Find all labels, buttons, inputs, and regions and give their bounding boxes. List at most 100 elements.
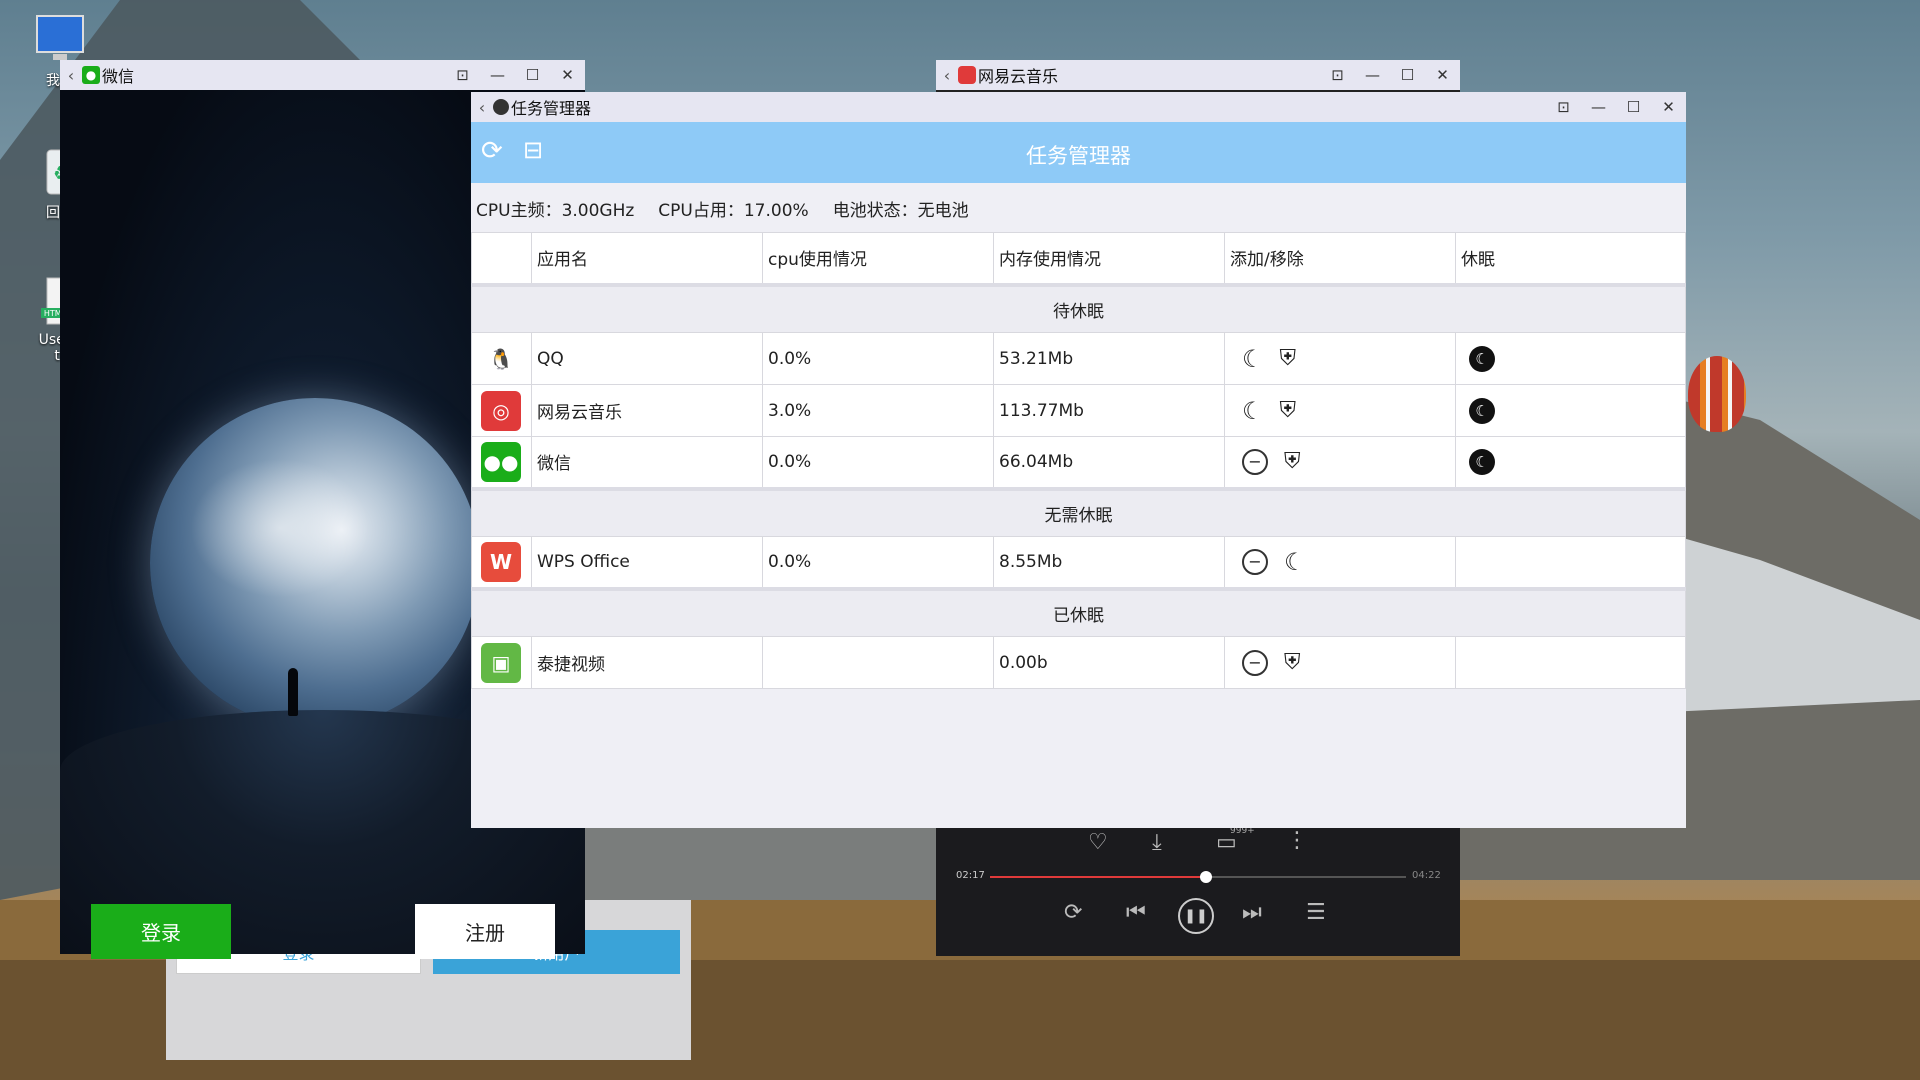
column-header: 休眠 xyxy=(1455,232,1686,285)
more-icon[interactable]: ⋮ xyxy=(1286,828,1308,853)
shield-icon[interactable]: ⛨ xyxy=(1284,650,1301,675)
progress-track[interactable] xyxy=(990,871,1406,883)
time-total: 04:22 xyxy=(1412,870,1441,881)
wechat-icon: ● xyxy=(82,66,100,84)
cpu-value: 3.0% xyxy=(762,384,994,437)
system-info: CPU主频：3.00GHz CPU占用：17.00% 电池状态：无电池 xyxy=(476,196,969,221)
app-name: QQ xyxy=(531,332,763,385)
shield-icon[interactable]: ⛨ xyxy=(1280,346,1297,371)
memory-value: 113.77Mb xyxy=(993,384,1225,437)
column-header: 应用名 xyxy=(531,232,763,285)
page-title: 任务管理器 xyxy=(1026,144,1131,168)
section-title: 已休眠 xyxy=(471,586,1686,637)
maximize-icon[interactable]: ☐ xyxy=(1390,66,1425,84)
back-icon[interactable]: ‹ xyxy=(60,66,82,85)
sleep-icon[interactable]: ☾ xyxy=(1469,397,1495,424)
repeat-icon[interactable]: ⟳ xyxy=(1064,900,1082,925)
minus-circle-icon[interactable]: − xyxy=(1242,548,1268,575)
wechat-titlebar[interactable]: ‹ ● 微信 ⊡ — ☐ ✕ xyxy=(60,60,585,90)
window-title: 任务管理器 xyxy=(511,99,592,118)
task-manager-window: ‹ 任务管理器 ⊡ — ☐ ✕ ⟳ ⊟ 任务管理器 CPU主频：3.00GHz … xyxy=(471,92,1686,828)
login-button[interactable]: 登录 xyxy=(91,904,231,959)
minimize-icon[interactable]: — xyxy=(480,66,515,84)
close-icon[interactable]: ✕ xyxy=(1425,66,1460,84)
pin-icon[interactable]: ⊡ xyxy=(445,66,480,84)
heart-icon[interactable]: ♡ xyxy=(1088,830,1108,855)
column-header: cpu使用情况 xyxy=(762,232,994,285)
minimize-icon[interactable]: — xyxy=(1581,98,1616,116)
minimize-icon[interactable]: — xyxy=(1355,66,1390,84)
cpu-frequency: CPU主频：3.00GHz xyxy=(476,201,635,221)
section-row: 待休眠 xyxy=(471,282,1686,333)
table-row[interactable]: ●● 微信 0.0% 66.04Mb − ⛨ ☾ xyxy=(471,436,1686,489)
minus-circle-icon[interactable]: − xyxy=(1242,649,1268,676)
shield-icon[interactable]: ⛨ xyxy=(1284,449,1301,474)
task-manager-icon xyxy=(493,99,509,115)
column-header: 添加/移除 xyxy=(1224,232,1456,285)
process-table: 应用名 cpu使用情况 内存使用情况 添加/移除 休眠 待休眠 🐧 QQ 0.0% 53.21Mb… xyxy=(471,232,1686,689)
section-row: 已休眠 xyxy=(471,586,1686,637)
task-manager-titlebar[interactable]: ‹ 任务管理器 ⊡ — ☐ ✕ xyxy=(471,92,1686,122)
playlist-icon[interactable]: ☰ xyxy=(1306,900,1326,925)
back-icon[interactable]: ‹ xyxy=(936,66,958,85)
cpu-value: 0.0% xyxy=(762,436,994,489)
moon-icon[interactable]: ☾ xyxy=(1242,345,1264,373)
window-title: 网易云音乐 xyxy=(978,67,1059,86)
cpu-value xyxy=(762,636,994,689)
section-row: 无需休眠 xyxy=(471,486,1686,537)
register-button[interactable]: 注册 xyxy=(415,904,555,959)
table-header-row: 应用名 cpu使用情况 内存使用情况 添加/移除 休眠 xyxy=(471,232,1686,285)
window-title: 微信 xyxy=(102,67,135,86)
memory-value: 53.21Mb xyxy=(993,332,1225,385)
moon-icon[interactable]: ☾ xyxy=(1242,397,1264,425)
close-icon[interactable]: ✕ xyxy=(550,66,585,84)
download-icon[interactable]: ⤓ xyxy=(1152,830,1162,855)
netease-music-icon xyxy=(958,66,976,84)
app-name: 微信 xyxy=(531,436,763,489)
app-name: WPS Office xyxy=(531,536,763,589)
section-title: 待休眠 xyxy=(471,282,1686,333)
player-controls: ♡ ⤓ ▭ 999+ ⋮ 02:17 04:22 ⟳ ⏮ ❚❚ ⏭ ☰ xyxy=(936,826,1460,956)
moon-icon[interactable]: ☾ xyxy=(1284,548,1306,576)
memory-value: 66.04Mb xyxy=(993,436,1225,489)
earth-image xyxy=(150,398,480,728)
close-icon[interactable]: ✕ xyxy=(1651,98,1686,116)
memory-value: 8.55Mb xyxy=(993,536,1225,589)
battery-status: 电池状态：无电池 xyxy=(832,201,969,221)
pin-icon[interactable]: ⊡ xyxy=(1320,66,1355,84)
app-name: 网易云音乐 xyxy=(531,384,763,437)
qq-icon: 🐧 xyxy=(481,338,521,379)
maximize-icon[interactable]: ☐ xyxy=(1616,98,1651,116)
wps-icon: W xyxy=(481,541,521,582)
next-icon[interactable]: ⏭ xyxy=(1242,900,1262,925)
sleep-icon[interactable]: ☾ xyxy=(1469,448,1495,475)
maximize-icon[interactable]: ☐ xyxy=(515,66,550,84)
memory-value: 0.00b xyxy=(993,636,1225,689)
pin-icon[interactable]: ⊡ xyxy=(1546,98,1581,116)
column-header: 内存使用情况 xyxy=(993,232,1225,285)
table-row[interactable]: 🐧 QQ 0.0% 53.21Mb ☾ ⛨ ☾ xyxy=(471,332,1686,385)
progress-fill xyxy=(990,876,1207,878)
shield-icon[interactable]: ⛨ xyxy=(1280,398,1297,423)
taijie-video-icon: ▣ xyxy=(481,642,521,683)
app-name: 泰捷视频 xyxy=(531,636,763,689)
time-current: 02:17 xyxy=(956,870,985,881)
section-title: 无需休眠 xyxy=(471,486,1686,537)
hot-air-balloon xyxy=(1688,356,1746,432)
person-silhouette xyxy=(288,668,298,716)
previous-icon[interactable]: ⏮ xyxy=(1126,900,1146,925)
table-row[interactable]: W WPS Office 0.0% 8.55Mb − ☾ xyxy=(471,536,1686,589)
cpu-usage: CPU占用：17.00% xyxy=(658,201,809,221)
task-manager-header: ⟳ ⊟ 任务管理器 xyxy=(471,122,1686,183)
cpu-value: 0.0% xyxy=(762,536,994,589)
cpu-value: 0.0% xyxy=(762,332,994,385)
back-icon[interactable]: ‹ xyxy=(471,98,493,117)
minus-circle-icon[interactable]: − xyxy=(1242,448,1268,475)
progress-knob[interactable] xyxy=(1200,871,1213,883)
pause-button[interactable]: ❚❚ xyxy=(1178,898,1214,934)
sleep-icon[interactable]: ☾ xyxy=(1469,345,1495,372)
header-icon-cell xyxy=(471,232,532,285)
table-row[interactable]: ◎ 网易云音乐 3.0% 113.77Mb ☾ ⛨ ☾ xyxy=(471,384,1686,437)
music-titlebar[interactable]: ‹ 网易云音乐 ⊡ — ☐ ✕ xyxy=(936,60,1460,90)
table-row[interactable]: ▣ 泰捷视频 0.00b − ⛨ xyxy=(471,636,1686,689)
